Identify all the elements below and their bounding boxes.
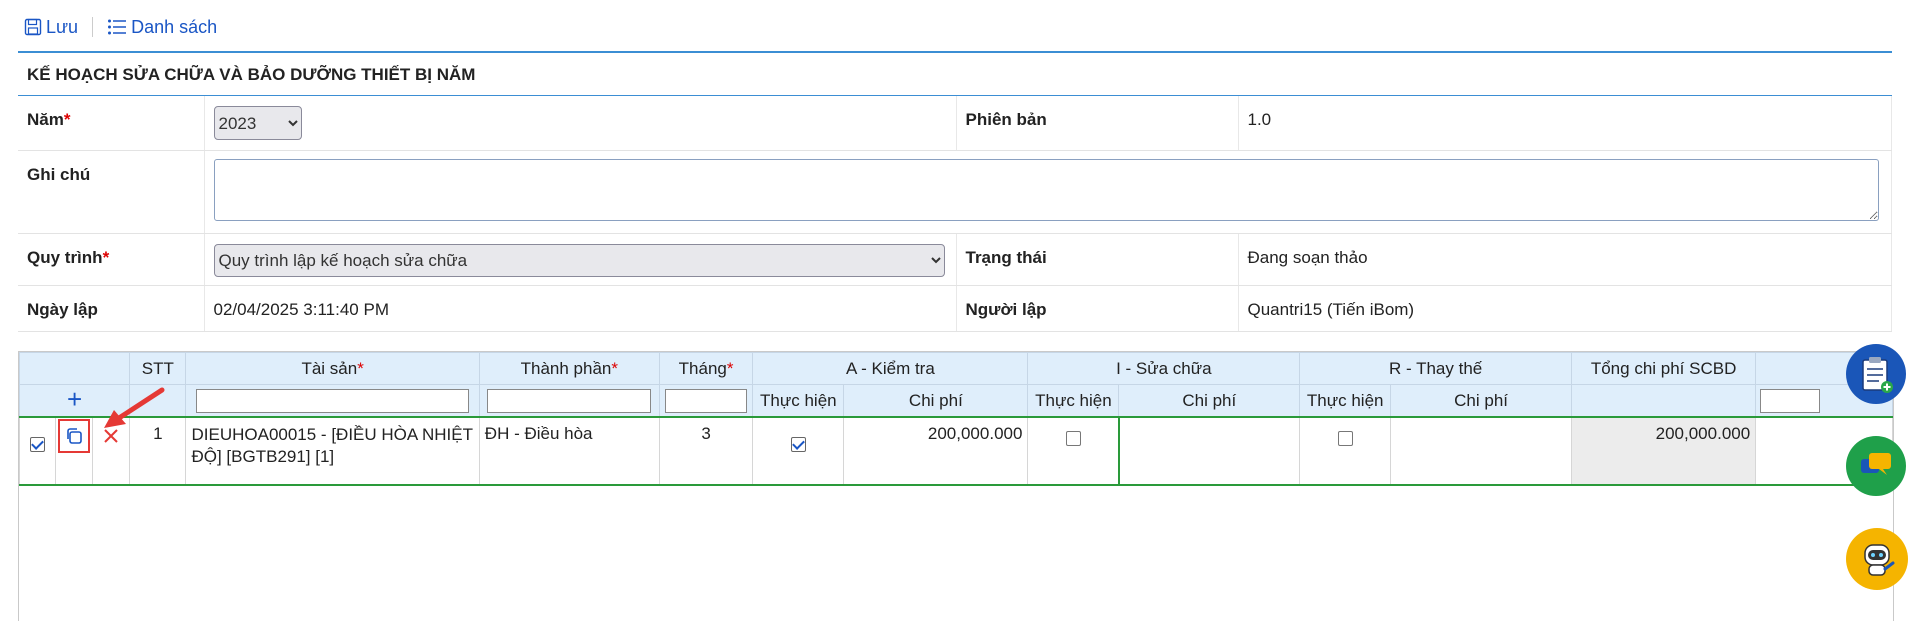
creator-label: Người lập <box>956 285 1239 332</box>
header-total: Tổng chi phí SCBD <box>1571 352 1757 385</box>
filter-total-cell <box>1571 384 1757 418</box>
header-replace-done: Thực hiện <box>1299 384 1392 418</box>
repair-done-checkbox[interactable] <box>1065 431 1081 447</box>
toolbar-divider <box>92 17 94 37</box>
save-icon <box>24 18 42 36</box>
page-title: KẾ HOẠCH SỬA CHỮA VÀ BẢO DƯỠNG THIẾT BỊ … <box>18 53 1892 96</box>
filter-asset-cell <box>185 384 480 418</box>
list-icon <box>108 19 127 35</box>
toolbar: Lưu Danh sách <box>24 10 217 44</box>
table-row: 1 DIEUHOA00015 - [ĐIỀU HÒA NHIỆT ĐỘ] [BG… <box>19 416 1893 486</box>
filter-asset-input[interactable] <box>196 388 470 413</box>
filter-component-input[interactable] <box>487 388 652 413</box>
save-label: Lưu <box>46 16 79 37</box>
copy-icon <box>67 428 83 444</box>
add-row-button[interactable]: + <box>67 384 82 414</box>
header-repair-done: Thực hiện <box>1027 384 1120 418</box>
annotation-arrow-icon <box>104 387 165 428</box>
creator-value: Quantri15 (Tiến iBom) <box>1238 285 1892 332</box>
header-actions <box>19 352 131 385</box>
year-label: Năm* <box>18 96 205 151</box>
clipboard-icon <box>1862 357 1893 393</box>
robot-icon <box>1864 544 1895 576</box>
version-value: 1.0 <box>1238 96 1892 151</box>
maintenance-grid: STT Tài sản* Thành phần* Tháng* A - Kiểm… <box>18 351 1894 621</box>
header-check-cost: Chi phí <box>843 384 1029 418</box>
list-label: Danh sách <box>131 16 218 37</box>
row-select-checkbox[interactable] <box>30 437 46 453</box>
grid-table: STT Tài sản* Thành phần* Tháng* A - Kiểm… <box>19 352 1893 486</box>
created-date-value: 02/04/2025 3:11:40 PM <box>204 285 957 332</box>
header-check-group: A - Kiểm tra <box>752 352 1029 385</box>
note-label: Ghi chú <box>18 150 205 234</box>
cell-component: ĐH - Điều hòa <box>478 416 660 486</box>
save-button[interactable]: Lưu <box>24 17 78 38</box>
cell-month: 3 <box>658 416 754 486</box>
filter-component-cell <box>478 384 660 418</box>
header-repair-group: I - Sửa chữa <box>1027 352 1301 385</box>
form-table: Năm* 2023 Phiên bản 1.0 Ghi chú Quy trìn… <box>18 96 1892 332</box>
status-value: Đang soạn thảo <box>1238 233 1892 286</box>
created-date-label: Ngày lập <box>18 285 205 332</box>
header-stt: STT <box>129 352 187 385</box>
header-asset: Tài sản* <box>185 352 480 385</box>
header-component: Thành phần* <box>478 352 660 385</box>
header-month: Tháng* <box>658 352 754 385</box>
year-select[interactable]: 2023 <box>213 106 302 140</box>
filter-extra-input[interactable] <box>1760 388 1821 413</box>
cell-total: 200,000.000 <box>1571 416 1757 486</box>
check-done-checkbox[interactable] <box>790 437 806 453</box>
chat-icon <box>1861 453 1891 475</box>
form-panel: KẾ HOẠCH SỬA CHỮA VÀ BẢO DƯỠNG THIẾT BỊ … <box>18 51 1892 332</box>
version-label: Phiên bản <box>956 96 1239 151</box>
header-repair-cost: Chi phí <box>1118 384 1301 418</box>
robot-assistant-button[interactable] <box>1846 528 1908 590</box>
note-textarea[interactable] <box>213 158 1879 221</box>
filter-month-input[interactable] <box>665 388 747 413</box>
list-button[interactable]: Danh sách <box>107 17 217 38</box>
header-check-done: Thực hiện <box>752 384 845 418</box>
process-label: Quy trình* <box>18 233 205 286</box>
cell-repair-cost[interactable] <box>1117 416 1301 486</box>
copy-row-button[interactable] <box>58 419 91 453</box>
process-select[interactable]: Quy trình lập kế hoạch sửa chữa <box>213 243 945 277</box>
header-replace-group: R - Thay thế <box>1299 352 1573 385</box>
header-replace-cost: Chi phí <box>1390 384 1573 418</box>
cell-replace-cost <box>1390 416 1573 486</box>
status-label: Trạng thái <box>956 233 1239 286</box>
replace-done-checkbox[interactable] <box>1337 431 1353 447</box>
chat-button[interactable] <box>1846 436 1906 496</box>
task-list-button[interactable] <box>1846 344 1906 404</box>
cell-check-cost: 200,000.000 <box>843 416 1029 486</box>
cell-asset: DIEUHOA00015 - [ĐIỀU HÒA NHIỆT ĐỘ] [BGTB… <box>185 416 480 486</box>
filter-month-cell <box>658 384 754 418</box>
